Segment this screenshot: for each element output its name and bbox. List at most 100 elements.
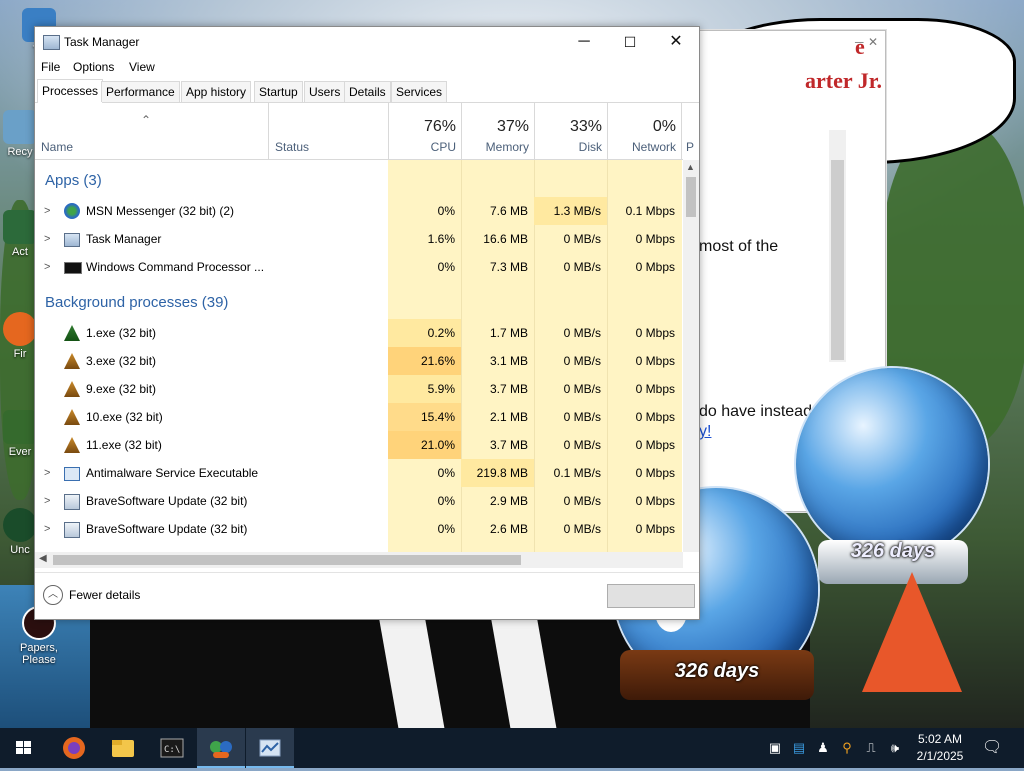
taskbar-task-manager[interactable] [246,728,294,768]
menu-view[interactable]: View [129,60,155,74]
process-name: 10.exe (32 bit) [86,410,163,424]
memory-cell: 2.6 MB [489,522,528,536]
tree-icon [64,353,80,369]
task-manager-window[interactable]: Task Manager ─ ☐ ✕ File Options View Pro… [34,26,700,620]
updater-icon [64,494,80,510]
title-bar[interactable]: Task Manager ─ ☐ ✕ [35,27,699,57]
disk-cell: 0 MB/s [563,326,601,340]
tab-users[interactable]: Users [304,81,346,102]
process-row[interactable]: > BraveSoftware Update (32 bit) 0% 2.9 M… [35,487,683,515]
cpu-cell: 21.6% [388,347,461,375]
column-divider[interactable] [268,103,269,159]
network-cell: 0 Mbps [635,494,675,508]
folder-icon [112,740,134,757]
vertical-scrollbar-thumb[interactable] [686,177,696,217]
column-header-memory[interactable]: 37% Memory [461,103,535,159]
process-row[interactable]: 9.exe (32 bit) 5.9% 3.7 MB 0 MB/s 0 Mbps [35,375,683,403]
shortcut-icon [3,410,37,444]
start-button[interactable] [0,728,48,768]
memory-cell: 219.8 MB [461,459,534,487]
network-cell: 0.1 Mbps [625,204,675,218]
tab-performance[interactable]: Performance [101,81,180,102]
process-row[interactable]: > MSN Messenger (32 bit) (2) 0% 7.6 MB 1… [35,197,683,225]
expand-chevron-icon[interactable]: > [44,197,50,225]
scroll-up-icon[interactable]: ▲ [686,162,695,172]
column-header-status[interactable]: Status [275,140,309,154]
msn-messenger-icon [64,203,80,219]
process-row[interactable]: 3.exe (32 bit) 21.6% 3.1 MB 0 MB/s 0 Mbp… [35,347,683,375]
column-header-disk[interactable]: 33% Disk [534,103,608,159]
process-name: BraveSoftware Update (32 bit) [86,522,248,536]
network-cell: 0 Mbps [635,438,675,452]
taskbar-msn-messenger[interactable] [197,728,245,768]
background-window-link[interactable]: y! [699,423,711,441]
tray-people-icon[interactable]: ♟ [815,740,831,756]
taskbar-command-prompt[interactable]: C:\ [148,728,196,768]
cpu-cell: 21.0% [388,431,461,459]
svg-text:C:\: C:\ [164,745,180,755]
process-row[interactable]: 11.exe (32 bit) 21.0% 3.7 MB 0 MB/s 0 Mb… [35,431,683,459]
column-header-power[interactable]: P [681,103,694,159]
process-list[interactable]: Apps (3) > MSN Messenger (32 bit) (2) 0%… [35,160,683,552]
scrollbar-thumb[interactable] [831,160,844,360]
chevron-up-icon[interactable]: ︿ [43,585,63,605]
volume-icon[interactable]: 🕪 [887,740,903,756]
tab-services[interactable]: Services [391,81,448,102]
process-row[interactable]: 1.exe (32 bit) 0.2% 1.7 MB 0 MB/s 0 Mbps [35,319,683,347]
shortcut-icon [3,210,37,244]
expand-chevron-icon[interactable]: > [44,225,50,253]
memory-cell: 3.7 MB [489,438,528,452]
taskbar: C:\ ▣ ▤ ♟ ⚲ ⎍ 🕪 5:02 AM 2/1/2025 🗨 [0,728,1024,768]
taskbar-firefox[interactable] [50,728,98,768]
fewer-details-link[interactable]: Fewer details [69,588,140,602]
disk-cell: 0 MB/s [563,260,601,274]
maximize-button[interactable]: ☐ [607,27,653,57]
menu-options[interactable]: Options [73,60,114,74]
column-header-cpu[interactable]: 76% CPU [388,103,462,159]
expand-chevron-icon[interactable]: > [44,253,50,281]
taskbar-file-explorer[interactable] [99,728,147,768]
process-row[interactable]: 10.exe (32 bit) 15.4% 2.1 MB 0 MB/s 0 Mb… [35,403,683,431]
process-row[interactable]: > BraveSoftware Update (32 bit) 0% 2.6 M… [35,515,683,543]
process-row[interactable]: > Task Manager 1.6% 16.6 MB 0 MB/s 0 Mbp… [35,225,683,253]
end-task-button[interactable] [607,584,695,608]
network-icon[interactable]: ⎍ [863,740,879,756]
disk-cell: 1.3 MB/s [534,197,607,225]
memory-label: Memory [485,140,529,154]
msn-messenger-icon [210,741,232,758]
tab-startup[interactable]: Startup [254,81,303,102]
network-cell: 0 Mbps [635,354,675,368]
footer-bar: ︿ Fewer details [35,572,699,620]
clock-time: 5:02 AM [917,732,963,746]
column-header-name[interactable]: Name [41,140,73,154]
tab-processes[interactable]: Processes [37,79,104,103]
close-button[interactable]: ✕ [653,27,699,57]
horizontal-scrollbar-thumb[interactable] [53,555,521,565]
tray-monitor-icon[interactable]: ▤ [791,740,807,756]
snow-globe-gadget[interactable] [796,368,988,560]
task-manager-icon [43,35,60,50]
scroll-left-icon[interactable]: ◀ [39,553,47,564]
tab-details[interactable]: Details [344,81,391,102]
tray-app-icon[interactable]: ▣ [767,740,783,756]
process-row[interactable]: > Windows Command Processor ... 0% 7.3 M… [35,253,683,281]
tray-key-icon[interactable]: ⚲ [839,740,855,756]
memory-total: 37% [496,118,529,135]
expand-chevron-icon[interactable]: > [44,515,50,543]
globe-days-label: 326 days [620,650,814,700]
tab-app-history[interactable]: App history [181,81,252,102]
minimize-button[interactable]: ─ [561,27,607,57]
taskbar-clock[interactable]: 5:02 AM 2/1/2025 [912,731,968,765]
process-name: 9.exe (32 bit) [86,382,157,396]
expand-chevron-icon[interactable]: > [44,487,50,515]
process-row[interactable]: > Antimalware Service Executable 0% 219.… [35,459,683,487]
expand-chevron-icon[interactable]: > [44,459,50,487]
menu-file[interactable]: File [41,60,60,74]
action-center-icon[interactable]: 🗨 [982,740,1002,756]
column-header-network[interactable]: 0% Network [607,103,682,159]
vertical-scrollbar[interactable] [683,160,699,552]
cpu-cell: 1.6% [427,232,455,246]
network-cell: 0 Mbps [635,410,675,424]
disk-total: 33% [569,118,602,135]
close-icon[interactable]: ✕ [868,35,878,49]
